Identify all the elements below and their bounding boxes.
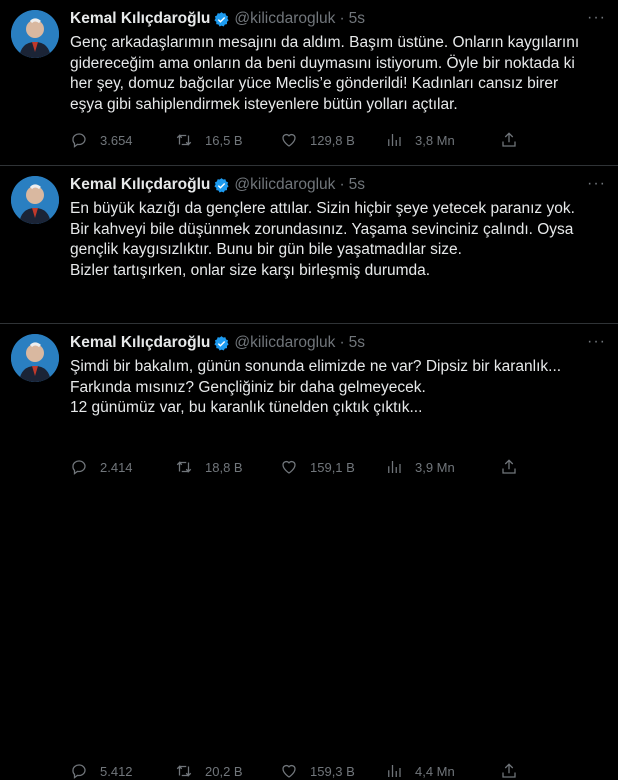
retweet-button[interactable]: 20,2 B <box>175 762 280 780</box>
like-icon <box>282 133 296 147</box>
author-handle[interactable]: @kilicdarogluk <box>234 176 335 194</box>
timestamp[interactable]: 5s <box>349 10 365 28</box>
reply-icon <box>72 133 86 148</box>
verified-badge-icon <box>213 335 230 352</box>
views-count: 3,8 Mn <box>415 132 455 148</box>
retweet-button[interactable]: 16,5 B <box>175 131 280 149</box>
like-count: 159,3 B <box>310 763 355 779</box>
tweet-text: En büyük kazığı da gençlere attılar. Siz… <box>70 200 575 279</box>
share-button[interactable] <box>500 131 530 149</box>
reply-count: 3.654 <box>100 132 133 148</box>
more-icon[interactable]: ··· <box>587 175 606 193</box>
avatar[interactable] <box>11 176 59 224</box>
tweet[interactable]: Kemal Kılıçdaroğlu @kilicdarogluk · 5s ·… <box>0 166 618 475</box>
separator-dot: · <box>339 176 345 193</box>
tweet-actions: 5.412 20,2 B 159,3 B 4,4 Mn <box>70 762 598 780</box>
author-name[interactable]: Kemal Kılıçdaroğlu <box>70 334 210 352</box>
author-handle[interactable]: @kilicdarogluk <box>234 334 335 352</box>
reply-count: 5.412 <box>100 763 133 779</box>
tweet-text: Genç arkadaşlarımın mesajını da aldım. B… <box>70 34 580 113</box>
like-icon <box>282 764 296 778</box>
views-icon <box>388 765 401 777</box>
views-button[interactable]: 3,8 Mn <box>385 131 490 149</box>
retweet-icon <box>176 764 192 778</box>
tweet-text: Şimdi bir bakalım, günün sonunda elimizd… <box>70 358 562 416</box>
retweet-icon <box>176 133 192 147</box>
share-icon <box>502 763 516 778</box>
author-name[interactable]: Kemal Kılıçdaroğlu <box>70 10 210 28</box>
views-button[interactable]: 4,4 Mn <box>385 762 490 780</box>
more-icon[interactable]: ··· <box>587 333 606 351</box>
reply-icon <box>72 764 86 779</box>
author-handle[interactable]: @kilicdarogluk <box>234 10 335 28</box>
reply-button[interactable]: 5.412 <box>70 762 175 780</box>
retweet-count: 20,2 B <box>205 763 243 779</box>
share-button[interactable] <box>500 762 530 780</box>
tweet[interactable]: Kemal Kılıçdaroğlu @kilicdarogluk · 5s ·… <box>0 0 618 166</box>
author-name[interactable]: Kemal Kılıçdaroğlu <box>70 176 210 194</box>
timestamp[interactable]: 5s <box>349 334 365 352</box>
avatar[interactable] <box>11 334 59 382</box>
retweet-count: 16,5 B <box>205 132 243 148</box>
verified-badge-icon <box>213 11 230 28</box>
reply-button[interactable]: 3.654 <box>70 131 175 149</box>
separator-dot: · <box>339 334 345 351</box>
separator-dot: · <box>339 10 345 27</box>
share-icon <box>502 132 516 147</box>
more-icon[interactable]: ··· <box>587 9 606 27</box>
avatar[interactable] <box>11 10 59 58</box>
views-count: 4,4 Mn <box>415 763 455 779</box>
like-button[interactable]: 129,8 B <box>280 131 385 149</box>
tweet[interactable]: Kemal Kılıçdaroğlu @kilicdarogluk · 5s ·… <box>0 324 618 779</box>
like-button[interactable]: 159,3 B <box>280 762 385 780</box>
tweet-actions: 3.654 16,5 B 129,8 B 3,8 Mn <box>70 131 598 149</box>
views-icon <box>388 134 401 146</box>
timestamp[interactable]: 5s <box>349 176 365 194</box>
verified-badge-icon <box>213 177 230 194</box>
like-count: 129,8 B <box>310 132 355 148</box>
